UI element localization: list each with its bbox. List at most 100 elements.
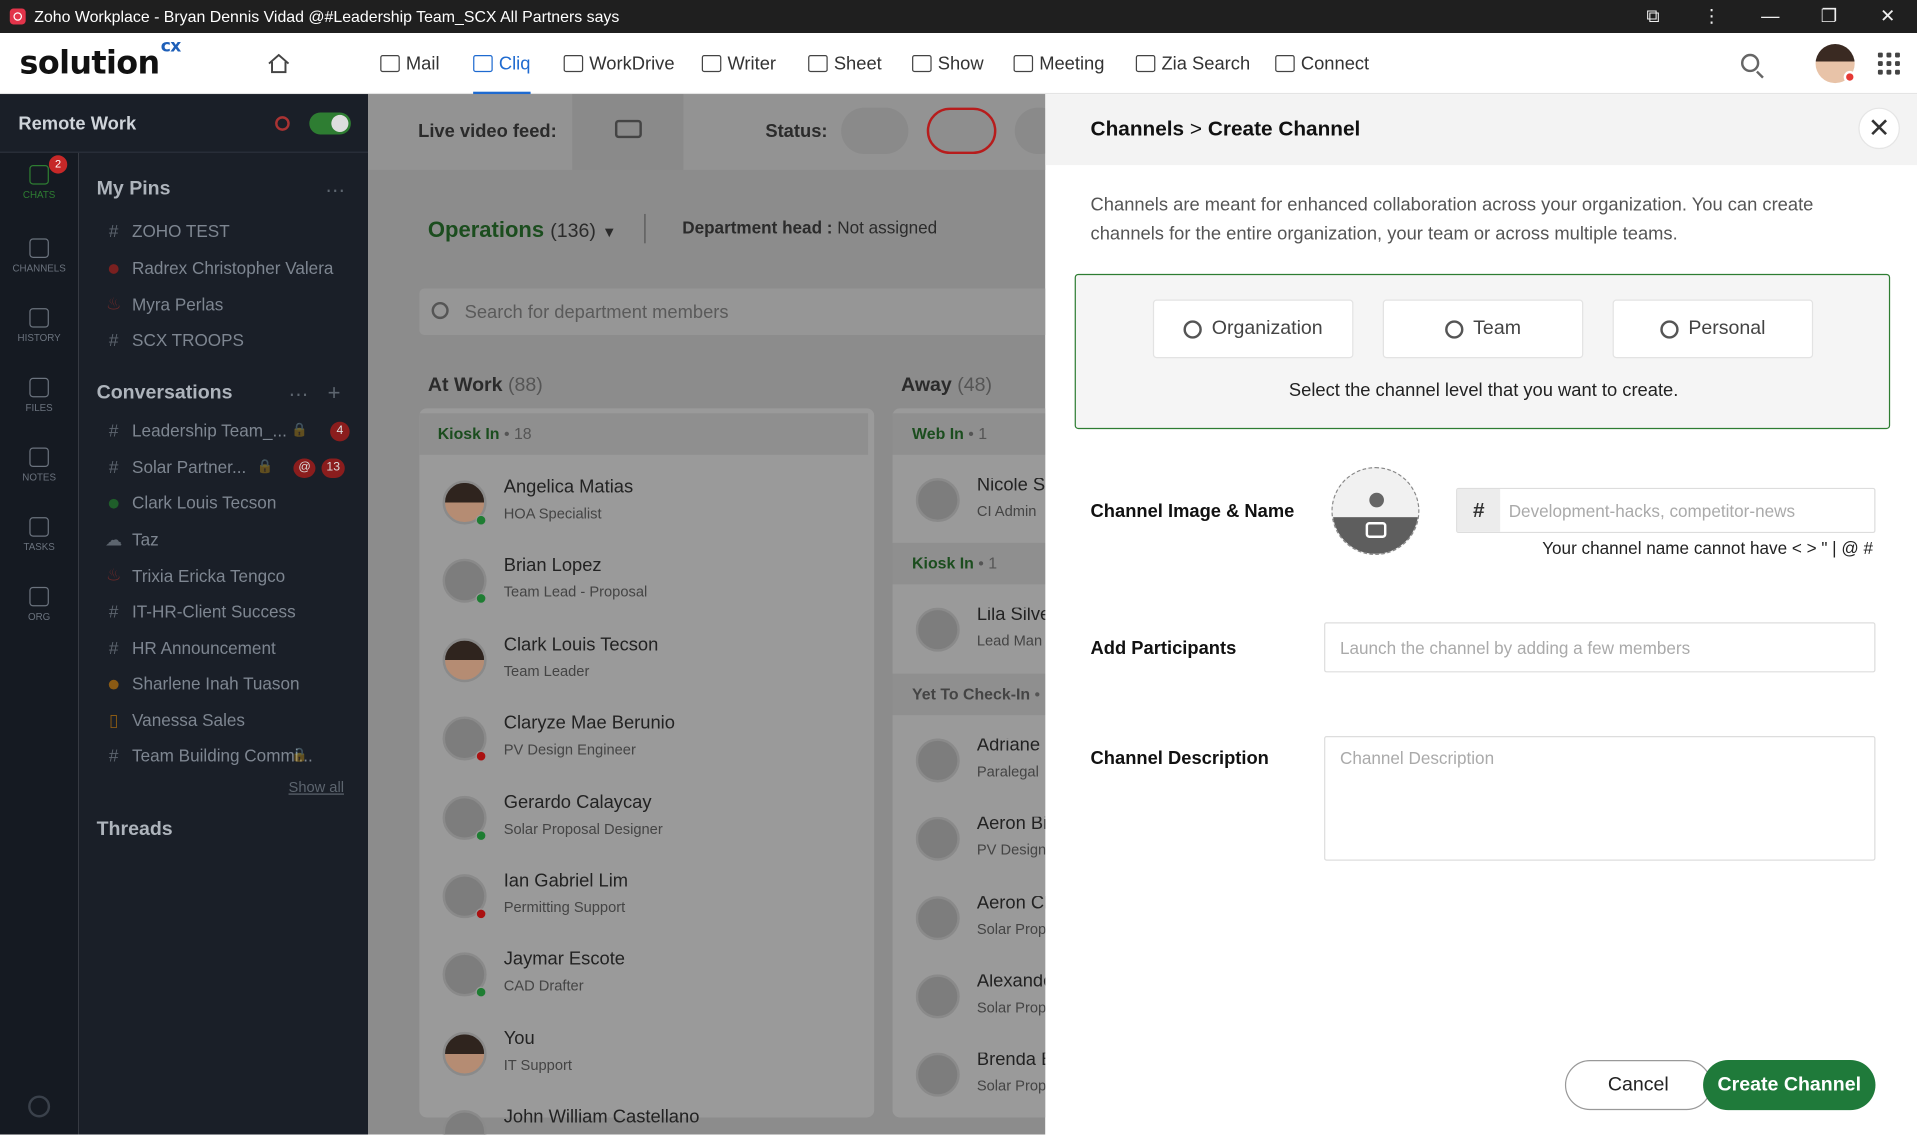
nav-connect[interactable]: Connect bbox=[1275, 33, 1369, 94]
workspace-header: Remote Work bbox=[0, 94, 369, 153]
member-row[interactable]: Claryze Mae Berunio PV Design Engineer bbox=[442, 713, 846, 778]
nav-meeting[interactable]: Meeting bbox=[1013, 33, 1104, 94]
sidebar-item[interactable]: # HR Announcement bbox=[105, 638, 276, 658]
sidebar-item[interactable]: # IT-HR-Client Success bbox=[105, 601, 296, 622]
pins-more-icon[interactable]: ⋯ bbox=[325, 178, 345, 202]
nav-label: Show bbox=[937, 53, 984, 74]
maximize-button[interactable]: ❐ bbox=[1800, 0, 1859, 33]
breadcrumb-channels[interactable]: Channels bbox=[1091, 117, 1185, 140]
member-role: Solar Proposal Designer bbox=[503, 819, 663, 837]
member-row[interactable]: Angelica Matias HOA Specialist bbox=[442, 477, 846, 541]
app-launcher-icon[interactable] bbox=[1877, 52, 1900, 75]
member-row[interactable]: Jaymar Escote CAD Drafter bbox=[442, 949, 846, 1014]
add-participants-input[interactable] bbox=[1324, 622, 1876, 673]
my-pins-title: My Pins bbox=[96, 178, 171, 200]
solutioncx-logo[interactable]: solutioncx bbox=[20, 36, 252, 81]
member-row[interactable]: Brian Lopez Team Lead - Proposal bbox=[442, 556, 846, 620]
channel-avatar-icon bbox=[1369, 492, 1384, 508]
member-row[interactable]: You IT Support bbox=[442, 1028, 846, 1093]
nav-label: Writer bbox=[727, 53, 777, 74]
rail-channels[interactable]: CHANNELS bbox=[0, 238, 78, 274]
rail-org[interactable]: ORG bbox=[0, 586, 78, 622]
nav-mail[interactable]: Mail bbox=[380, 33, 440, 94]
search-icon bbox=[431, 301, 449, 320]
dot-green-icon bbox=[105, 493, 122, 513]
cancel-button[interactable]: Cancel bbox=[1564, 1059, 1712, 1111]
sidebar-item[interactable]: Sharlene Inah Tuason bbox=[105, 674, 300, 693]
level-team-button[interactable]: Team bbox=[1382, 299, 1584, 359]
department-selector[interactable]: Operations (136) ▼ bbox=[428, 218, 617, 244]
home-icon[interactable] bbox=[268, 53, 290, 74]
member-name: Adriane bbox=[976, 738, 1041, 756]
nav-writer[interactable]: Writer bbox=[701, 33, 777, 94]
status-record-button[interactable] bbox=[926, 107, 997, 155]
extension-icon[interactable]: ⧉ bbox=[1624, 0, 1683, 33]
presence-dot bbox=[475, 908, 487, 920]
member-row[interactable]: Clark Louis Tecson Team Leader bbox=[442, 634, 846, 699]
member-row[interactable]: Gerardo Calaycay Solar Proposal Designer bbox=[442, 792, 846, 856]
sidebar-item[interactable]: # SCX TROOPS bbox=[105, 329, 244, 349]
member-row[interactable]: Nicole Si CI Admin bbox=[915, 478, 1050, 539]
nav-label: Zia Search bbox=[1161, 53, 1251, 74]
member-name: Aeron Cl bbox=[976, 895, 1049, 913]
sidebar-item-label: Trixia Ericka Tengco bbox=[132, 565, 286, 586]
member-row[interactable]: Lila Silve Lead Man bbox=[915, 608, 1050, 669]
away-group-web-in: Web In • 1 bbox=[912, 424, 987, 442]
nav-zia-search[interactable]: Zia Search bbox=[1135, 33, 1251, 94]
sidebar-item[interactable]: # Solar Partner... bbox=[105, 457, 246, 477]
member-row[interactable]: Aeron Bi PV Design bbox=[915, 816, 1050, 878]
lock-icon: 🔒 bbox=[256, 459, 274, 474]
hash-icon: # bbox=[108, 637, 119, 658]
close-panel-button[interactable]: ✕ bbox=[1858, 107, 1900, 150]
channel-image-picker[interactable] bbox=[1331, 467, 1420, 556]
member-row[interactable]: Adriane Paralegal bbox=[915, 738, 1050, 799]
group-count: • 1 bbox=[963, 424, 988, 443]
files-icon bbox=[29, 377, 49, 398]
sidebar-item[interactable]: # ZOHO TEST bbox=[105, 221, 230, 241]
level-organization-button[interactable]: Organization bbox=[1152, 299, 1354, 359]
sidebar-item[interactable]: # Leadership Team_... bbox=[105, 421, 287, 441]
minimize-button[interactable]: — bbox=[1741, 0, 1800, 33]
sidebar-item-label: Solar Partner... bbox=[132, 456, 247, 477]
rail-tasks[interactable]: TASKS bbox=[0, 517, 78, 553]
add-conversation-icon[interactable]: + bbox=[328, 380, 341, 406]
nav-workdrive[interactable]: WorkDrive bbox=[563, 33, 675, 94]
rail-history[interactable]: HISTORY bbox=[0, 308, 78, 344]
nav-show[interactable]: Show bbox=[912, 33, 984, 94]
rail-chats[interactable]: CHATS 2 bbox=[0, 155, 78, 201]
sidebar-item[interactable]: ♨ Myra Perlas bbox=[105, 293, 223, 314]
status-desk-button[interactable] bbox=[841, 107, 909, 155]
camera-icon bbox=[1365, 522, 1387, 538]
member-row[interactable]: John William Castellano bbox=[442, 1107, 846, 1135]
level-personal-button[interactable]: Personal bbox=[1612, 299, 1814, 359]
more-menu-icon[interactable]: ⋮ bbox=[1682, 0, 1741, 33]
global-search-icon[interactable] bbox=[1740, 53, 1760, 73]
member-row[interactable]: Alexande Solar Prop bbox=[915, 974, 1050, 1035]
settings-gear-icon[interactable] bbox=[28, 1095, 51, 1118]
record-icon[interactable] bbox=[275, 116, 290, 131]
close-window-button[interactable]: ✕ bbox=[1858, 0, 1917, 33]
member-name: Brenda E bbox=[976, 1053, 1051, 1071]
channel-name-input[interactable] bbox=[1501, 489, 1875, 532]
show-all-link[interactable]: Show all bbox=[289, 779, 344, 796]
sidebar-item[interactable]: ▯ Vanessa Sales bbox=[105, 710, 245, 731]
member-row[interactable]: Brenda E Solar Prop bbox=[915, 1053, 1051, 1114]
create-channel-button[interactable]: Create Channel bbox=[1703, 1059, 1876, 1111]
sidebar-item[interactable]: Radrex Christopher Valera bbox=[105, 257, 333, 277]
sidebar-item[interactable]: ☁ Taz bbox=[105, 529, 159, 550]
sidebar-item[interactable]: # Team Building Commi... bbox=[105, 746, 313, 766]
rail-files[interactable]: FILES bbox=[0, 377, 78, 413]
member-row[interactable]: Ian Gabriel Lim Permitting Support bbox=[442, 870, 846, 935]
nav-sheet[interactable]: Sheet bbox=[808, 33, 882, 94]
conversations-more-icon[interactable]: ⋯ bbox=[289, 383, 309, 407]
nav-cliq[interactable]: Cliq bbox=[473, 33, 530, 96]
member-role: IT Support bbox=[503, 1056, 572, 1074]
channel-description-input[interactable] bbox=[1324, 736, 1876, 861]
member-row[interactable]: Aeron Cl Solar Prop bbox=[915, 895, 1050, 957]
video-camera-icon bbox=[614, 119, 642, 139]
sidebar-item[interactable]: ♨ Trixia Ericka Tengco bbox=[105, 565, 285, 586]
hash-icon: # bbox=[108, 601, 119, 622]
rail-notes[interactable]: NOTES bbox=[0, 447, 78, 483]
remote-work-toggle[interactable] bbox=[309, 112, 351, 135]
sidebar-item[interactable]: Clark Louis Tecson bbox=[105, 493, 276, 513]
